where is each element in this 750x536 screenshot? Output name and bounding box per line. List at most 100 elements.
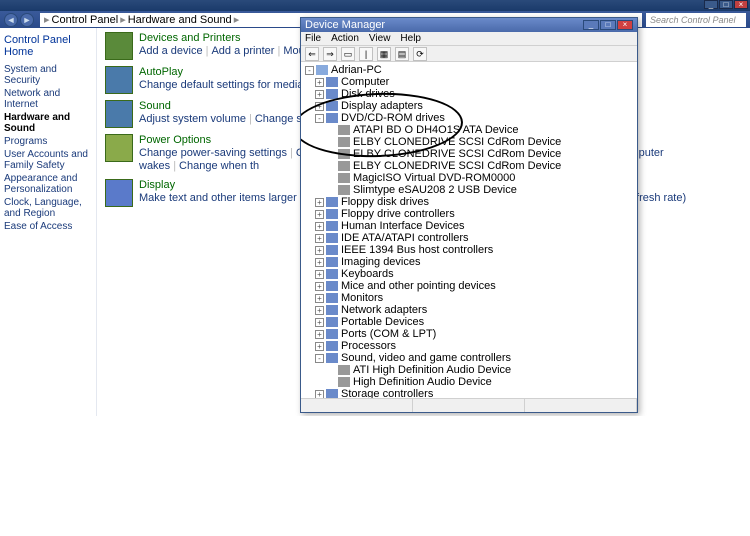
dm-toolbar: ⇐ ⇒ ▭ | ▦ ▤ ⟳ (301, 46, 637, 62)
node-label: ATAPI BD O DH4O1S ATA Device (353, 124, 518, 136)
menu-file[interactable]: File (305, 33, 321, 44)
tool-scan-icon[interactable]: ▤ (395, 47, 409, 61)
tree-node[interactable]: ATAPI BD O DH4O1S ATA Device (305, 124, 633, 136)
tree-node[interactable]: +Imaging devices (305, 256, 633, 268)
menu-action[interactable]: Action (331, 33, 359, 44)
expand-icon[interactable]: + (315, 306, 324, 315)
sidebar-heading: Control Panel Home (4, 34, 92, 58)
category-link[interactable]: Change power-saving settings (139, 147, 287, 159)
sidebar-item[interactable]: Network and Internet (4, 88, 92, 110)
tree-node[interactable]: ATI High Definition Audio Device (305, 364, 633, 376)
close-button[interactable]: × (734, 0, 748, 9)
device-icon (326, 209, 338, 219)
sidebar-item[interactable]: User Accounts and Family Safety (4, 149, 92, 171)
chevron-icon: ▸ (234, 13, 240, 26)
category-link[interactable]: Add a printer (211, 45, 274, 57)
expand-icon[interactable]: + (315, 234, 324, 243)
tree-node[interactable]: +Portable Devices (305, 316, 633, 328)
expand-icon[interactable]: + (315, 90, 324, 99)
expand-icon[interactable]: + (315, 258, 324, 267)
root-label: Adrian-PC (331, 64, 382, 76)
collapse-icon[interactable]: - (305, 66, 314, 75)
tool-refresh-icon[interactable]: ⟳ (413, 47, 427, 61)
tree-node[interactable]: ELBY CLONEDRIVE SCSI CdRom Device (305, 160, 633, 172)
sidebar-item[interactable]: Hardware and Sound (4, 112, 92, 134)
category-link[interactable]: Change when th (179, 160, 259, 172)
expand-icon[interactable]: + (315, 210, 324, 219)
tree-node[interactable]: +Network adapters (305, 304, 633, 316)
tree-node[interactable]: ELBY CLONEDRIVE SCSI CdRom Device (305, 148, 633, 160)
sidebar-item[interactable]: Ease of Access (4, 221, 92, 232)
node-label: Mice and other pointing devices (341, 280, 496, 292)
collapse-icon[interactable]: - (315, 354, 324, 363)
tree-node[interactable]: + IEEE 1394 Bus host controllers (305, 244, 633, 256)
expand-icon[interactable]: + (315, 78, 324, 87)
sidebar-item[interactable]: System and Security (4, 64, 92, 86)
tree-node[interactable]: +Storage controllers (305, 388, 633, 398)
menu-help[interactable]: Help (400, 33, 421, 44)
dm-tree[interactable]: - Adrian-PC +Computer+Disk drives+Displa… (301, 62, 637, 398)
tool-view-icon[interactable]: ▭ (341, 47, 355, 61)
category-link[interactable]: Add a device (139, 45, 203, 57)
tree-node[interactable]: + Computer (305, 76, 633, 88)
expand-icon[interactable]: + (315, 330, 324, 339)
expand-icon[interactable]: + (315, 318, 324, 327)
max-button[interactable]: □ (719, 0, 733, 9)
category-link[interactable]: Adjust system volume (139, 113, 246, 125)
dm-titlebar[interactable]: Device Manager _ □ × (301, 18, 637, 32)
node-label: Computer (341, 76, 389, 88)
device-icon (338, 161, 350, 171)
tree-root[interactable]: - Adrian-PC (305, 64, 633, 76)
sidebar-item[interactable]: Appearance and Personalization (4, 173, 92, 195)
expand-icon[interactable]: + (315, 270, 324, 279)
crumb-hardware-sound[interactable]: Hardware and Sound (128, 14, 232, 26)
dm-max-button[interactable]: □ (600, 20, 616, 30)
search-input[interactable]: Search Control Panel (646, 13, 746, 27)
expand-icon[interactable]: + (315, 102, 324, 111)
tree-node[interactable]: + Mice and other pointing devices (305, 280, 633, 292)
node-label: IDE ATA/ATAPI controllers (341, 232, 469, 244)
tool-props-icon[interactable]: ▦ (377, 47, 391, 61)
tree-node[interactable]: Slimtype eSAU208 2 USB Device (305, 184, 633, 196)
tree-node[interactable]: +Floppy drive controllers (305, 208, 633, 220)
tool-fwd-icon[interactable]: ⇒ (323, 47, 337, 61)
category-icon (105, 179, 133, 207)
tree-node[interactable]: +Ports (COM & LPT) (305, 328, 633, 340)
tree-node[interactable]: + IDE ATA/ATAPI controllers (305, 232, 633, 244)
expand-icon[interactable]: + (315, 390, 324, 399)
category-icon (105, 100, 133, 128)
collapse-icon[interactable]: - (315, 114, 324, 123)
back-button[interactable]: ◄ (4, 13, 18, 27)
dm-min-button[interactable]: _ (583, 20, 599, 30)
expand-icon[interactable]: + (315, 198, 324, 207)
sidebar-item[interactable]: Programs (4, 136, 92, 147)
node-label: Display adapters (341, 100, 423, 112)
menu-view[interactable]: View (369, 33, 391, 44)
sidebar-item[interactable]: Clock, Language, and Region (4, 197, 92, 219)
tool-back-icon[interactable]: ⇐ (305, 47, 319, 61)
tree-node[interactable]: +Monitors (305, 292, 633, 304)
tree-node[interactable]: High Definition Audio Device (305, 376, 633, 388)
expand-icon[interactable]: + (315, 342, 324, 351)
tree-node[interactable]: MagicISO Virtual DVD-ROM0000 (305, 172, 633, 184)
expand-icon[interactable]: + (315, 246, 324, 255)
min-button[interactable]: _ (704, 0, 718, 9)
crumb-control-panel[interactable]: Control Panel (52, 14, 119, 26)
tree-node[interactable]: +Disk drives (305, 88, 633, 100)
forward-button[interactable]: ► (20, 13, 34, 27)
node-label: ELBY CLONEDRIVE SCSI CdRom Device (353, 136, 561, 148)
node-label: IEEE 1394 Bus host controllers (341, 244, 493, 256)
tree-node[interactable]: +Processors (305, 340, 633, 352)
tree-node[interactable]: -Sound, video and game controllers (305, 352, 633, 364)
expand-icon[interactable]: + (315, 294, 324, 303)
dm-close-button[interactable]: × (617, 20, 633, 30)
tree-node[interactable]: + Display adapters (305, 100, 633, 112)
tree-node[interactable]: ELBY CLONEDRIVE SCSI CdRom Device (305, 136, 633, 148)
tree-node[interactable]: +Human Interface Devices (305, 220, 633, 232)
tree-node[interactable]: -DVD/CD-ROM drives (305, 112, 633, 124)
node-label: ELBY CLONEDRIVE SCSI CdRom Device (353, 160, 561, 172)
tree-node[interactable]: +Keyboards (305, 268, 633, 280)
expand-icon[interactable]: + (315, 282, 324, 291)
tree-node[interactable]: +Floppy disk drives (305, 196, 633, 208)
expand-icon[interactable]: + (315, 222, 324, 231)
